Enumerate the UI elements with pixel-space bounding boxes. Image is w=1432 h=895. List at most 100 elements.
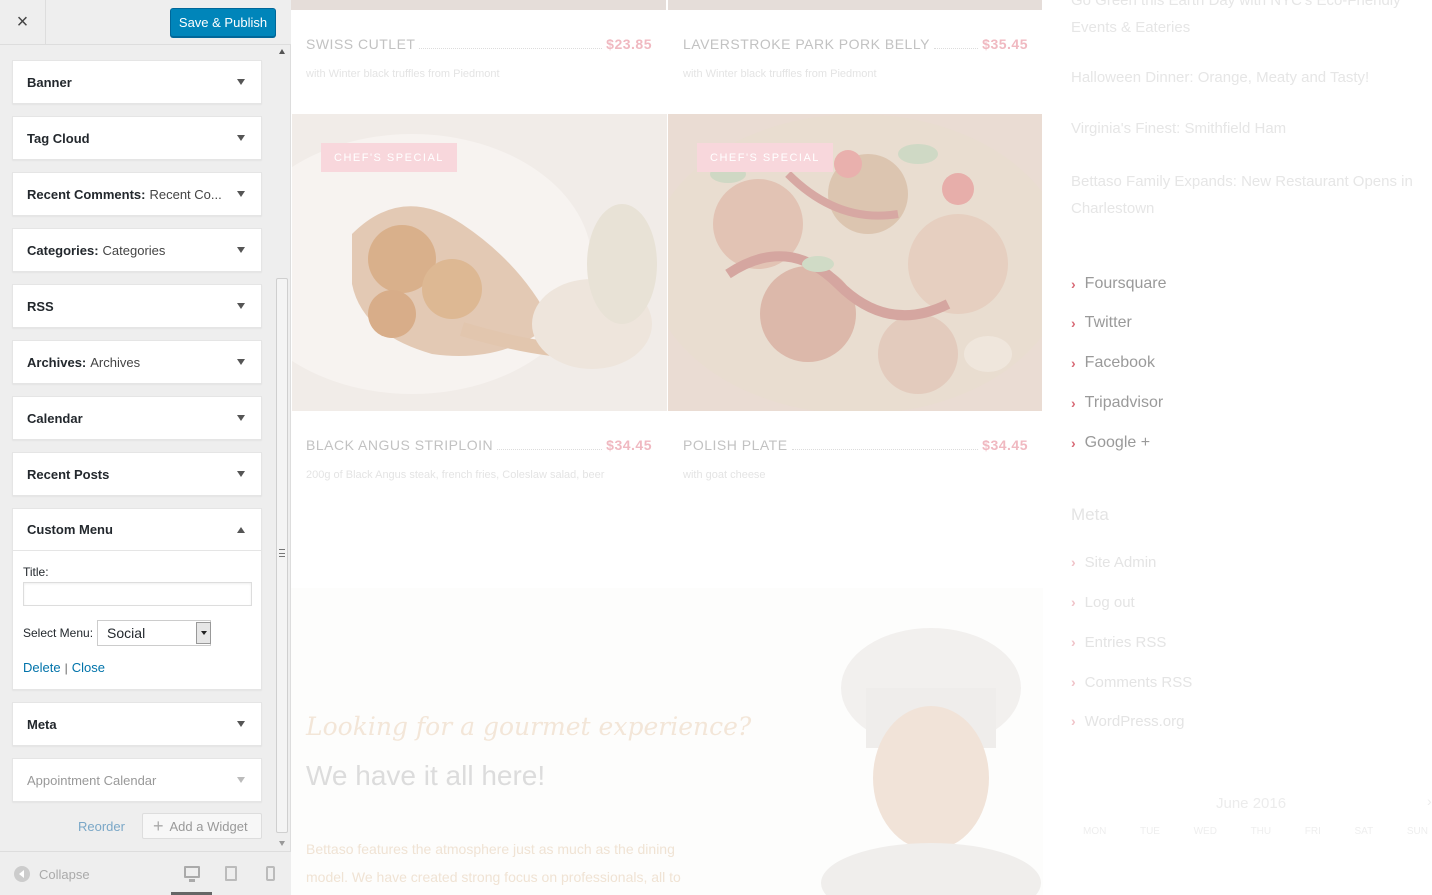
widget-actions: Delete | Close (23, 660, 251, 675)
collapse-icon (14, 866, 30, 882)
meta-label: Entries RSS (1084, 633, 1167, 651)
reorder-link[interactable]: Reorder (78, 819, 125, 834)
widget-recent-comments[interactable]: Recent Comments: Recent Co... (12, 172, 262, 216)
widget-header[interactable]: Meta (13, 703, 261, 745)
meta-label: Site Admin (1084, 553, 1157, 571)
mobile-preview-icon[interactable] (266, 866, 275, 881)
promo-script-title: Looking for a gourmet experience? (306, 712, 752, 741)
dish-name: LAVERSTROKE PARK PORK BELLY (683, 36, 930, 52)
recent-post-link[interactable]: Halloween Dinner: Orange, Meaty and Tast… (1071, 64, 1426, 91)
expand-arrow-icon[interactable] (237, 359, 245, 365)
sidebar-scrollbar[interactable] (275, 45, 290, 850)
scrollbar-thumb[interactable] (276, 278, 288, 833)
site-preview: SWISS CUTLET $23.85 with Winter black tr… (291, 0, 1432, 895)
dropdown-arrow-icon[interactable] (196, 622, 212, 644)
weekday: THU (1250, 826, 1272, 837)
expand-arrow-icon[interactable] (237, 415, 245, 421)
widget-title: Calendar (27, 410, 83, 426)
social-label: Twitter (1084, 314, 1132, 331)
weekday: TUE (1139, 826, 1160, 837)
expand-arrow-icon[interactable] (237, 777, 245, 783)
recent-post-link[interactable]: Go Green this Earth Day with NYC's Eco-F… (1071, 0, 1426, 41)
social-link-facebook[interactable]: › Facebook (1071, 353, 1155, 373)
meta-link[interactable]: › Comments RSS (1071, 672, 1192, 692)
chevron-right-icon: › (1071, 395, 1076, 411)
close-link[interactable]: Close (72, 660, 105, 675)
close-customizer-button[interactable]: × (0, 0, 46, 45)
dotted-leader (419, 37, 603, 49)
social-link-tripadvisor[interactable]: › Tripadvisor (1071, 393, 1163, 413)
expand-arrow-icon[interactable] (237, 79, 245, 85)
scroll-up-icon[interactable] (279, 49, 285, 54)
meta-link[interactable]: › Site Admin (1071, 552, 1156, 572)
meta-label: WordPress.org (1084, 712, 1185, 730)
widget-banner[interactable]: Banner (12, 60, 262, 104)
chevron-right-icon: › (1071, 634, 1076, 650)
expand-arrow-icon[interactable] (237, 471, 245, 477)
calendar-next-icon[interactable]: › (1427, 793, 1432, 809)
widget-header[interactable]: Banner (13, 61, 261, 103)
widget-header[interactable]: Appointment Calendar (13, 759, 261, 801)
widget-calendar[interactable]: Calendar (12, 396, 262, 440)
widget-header[interactable]: Recent Posts (13, 453, 261, 495)
promo-section: Looking for a gourmet experience? We hav… (291, 588, 1043, 895)
widget-title: Appointment Calendar (27, 772, 157, 788)
recent-post-link[interactable]: Bettaso Family Expands: New Restaurant O… (1071, 168, 1426, 222)
menu-item: LAVERSTROKE PARK PORK BELLY $35.45 (683, 36, 1028, 56)
collapse-button[interactable]: Collapse (14, 866, 90, 882)
widget-header[interactable]: Tag Cloud (13, 117, 261, 159)
widget-header[interactable]: Recent Comments: Recent Co... (13, 173, 261, 215)
expand-arrow-icon[interactable] (237, 721, 245, 727)
chef-photo-icon (821, 628, 1041, 895)
save-publish-button[interactable]: Save & Publish (170, 8, 276, 37)
widget-title: Recent Comments: (27, 186, 146, 202)
widget-custom-menu[interactable]: Custom Menu Title: Select Menu: Social D… (12, 508, 262, 690)
widget-categories[interactable]: Categories: Categories (12, 228, 262, 272)
collapse-arrow-icon[interactable] (237, 526, 245, 533)
meta-link[interactable]: › Log out (1071, 592, 1135, 612)
grip-icon (279, 549, 285, 557)
widget-archives[interactable]: Archives: Archives (12, 340, 262, 384)
social-link-foursquare[interactable]: › Foursquare (1071, 274, 1167, 294)
customizer-footer: Collapse (0, 851, 291, 895)
recent-post-link[interactable]: Virginia's Finest: Smithfield Ham (1071, 115, 1426, 142)
desktop-preview-icon[interactable] (184, 866, 200, 882)
meta-label: Comments RSS (1084, 673, 1193, 691)
tablet-preview-icon[interactable] (225, 866, 237, 881)
dish-name: POLISH PLATE (683, 437, 788, 453)
expand-arrow-icon[interactable] (237, 247, 245, 253)
expand-arrow-icon[interactable] (237, 303, 245, 309)
widget-appointment-calendar[interactable]: Appointment Calendar (12, 758, 262, 802)
weekday: FRI (1304, 826, 1321, 837)
expand-arrow-icon[interactable] (237, 135, 245, 141)
select-menu-value: Social (107, 625, 146, 641)
widget-header[interactable]: Categories: Categories (13, 229, 261, 271)
widget-header[interactable]: Archives: Archives (13, 341, 261, 383)
widget-tag-cloud[interactable]: Tag Cloud (12, 116, 262, 160)
social-label: Facebook (1084, 354, 1155, 371)
widget-header[interactable]: RSS (13, 285, 261, 327)
meta-link[interactable]: › WordPress.org (1071, 711, 1184, 731)
dish-photo: CHEF'S SPECIAL (668, 114, 1042, 411)
collapse-label: Collapse (39, 866, 90, 882)
scroll-down-icon[interactable] (279, 841, 285, 846)
meta-link[interactable]: › Entries RSS (1071, 632, 1166, 652)
widget-form: Title: Select Menu: Social Delete | Close (13, 551, 261, 689)
social-label: Foursquare (1084, 275, 1167, 292)
title-input[interactable] (23, 582, 252, 606)
widget-header[interactable]: Custom Menu (13, 509, 261, 551)
widget-title: Tag Cloud (27, 130, 90, 146)
delete-link[interactable]: Delete (23, 660, 61, 675)
widget-meta[interactable]: Meta (12, 702, 262, 746)
calendar-weekdays: MON TUE WED THU FRI SAT SUN (1083, 826, 1428, 837)
widget-area-actions: Reorder + Add a Widget (78, 813, 262, 839)
add-widget-button[interactable]: + Add a Widget (142, 813, 262, 839)
expand-arrow-icon[interactable] (237, 191, 245, 197)
social-link-twitter[interactable]: › Twitter (1071, 313, 1132, 333)
widget-header[interactable]: Calendar (13, 397, 261, 439)
social-link-google-plus[interactable]: › Google + (1071, 433, 1150, 453)
social-label: Google + (1084, 434, 1151, 451)
widget-recent-posts[interactable]: Recent Posts (12, 452, 262, 496)
widget-rss[interactable]: RSS (12, 284, 262, 328)
select-menu-dropdown[interactable]: Social (97, 620, 212, 646)
